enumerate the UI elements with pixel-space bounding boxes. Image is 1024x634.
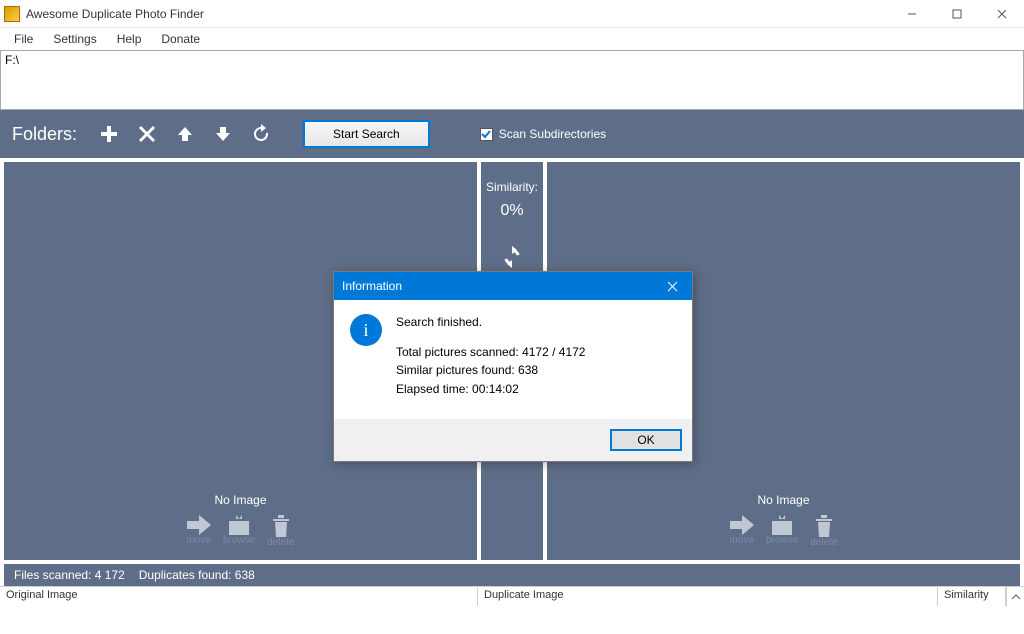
delete-button-left[interactable]: delete bbox=[267, 515, 294, 548]
information-dialog: Information i Search finished. Total pic… bbox=[333, 271, 693, 462]
move-up-button[interactable] bbox=[171, 120, 199, 148]
add-folder-button[interactable] bbox=[95, 120, 123, 148]
column-duplicate[interactable]: Duplicate Image bbox=[478, 587, 938, 606]
folder-path-entry: F:\ bbox=[5, 53, 19, 67]
duplicates-found-status: Duplicates found: 638 bbox=[139, 568, 255, 582]
dialog-titlebar[interactable]: Information bbox=[334, 272, 692, 300]
window-title: Awesome Duplicate Photo Finder bbox=[26, 7, 889, 21]
dialog-line-similar: Similar pictures found: 638 bbox=[396, 362, 585, 378]
info-icon: i bbox=[350, 314, 382, 346]
browse-button-right[interactable]: browse bbox=[766, 515, 798, 548]
scan-subdirectories-checkbox[interactable]: Scan Subdirectories bbox=[480, 127, 606, 141]
no-image-label: No Image bbox=[187, 493, 295, 507]
delete-button-right[interactable]: delete bbox=[810, 515, 837, 548]
result-columns: Original Image Duplicate Image Similarit… bbox=[0, 586, 1024, 606]
dialog-line-elapsed: Elapsed time: 00:14:02 bbox=[396, 381, 585, 397]
app-icon bbox=[4, 6, 20, 22]
dialog-title: Information bbox=[342, 279, 402, 293]
menu-settings[interactable]: Settings bbox=[43, 30, 106, 48]
duplicate-pane-footer: No Image move browse delete bbox=[730, 493, 838, 548]
column-similarity[interactable]: Similarity bbox=[938, 587, 1006, 606]
reset-button[interactable] bbox=[247, 120, 275, 148]
dialog-line-finished: Search finished. bbox=[396, 314, 585, 330]
menu-help[interactable]: Help bbox=[107, 30, 152, 48]
check-icon bbox=[480, 128, 493, 141]
folders-toolbar: Folders: Start Search Scan Subdirectorie… bbox=[0, 110, 1024, 158]
scan-subdirectories-label: Scan Subdirectories bbox=[499, 127, 606, 141]
original-pane-footer: No Image move browse delete bbox=[187, 493, 295, 548]
minimize-button[interactable] bbox=[889, 0, 934, 28]
dialog-close-button[interactable] bbox=[652, 272, 692, 300]
folders-label: Folders: bbox=[12, 124, 77, 145]
similarity-label: Similarity: bbox=[486, 180, 538, 194]
browse-button-left[interactable]: browse bbox=[223, 515, 255, 548]
menu-file[interactable]: File bbox=[4, 30, 43, 48]
menu-donate[interactable]: Donate bbox=[151, 30, 210, 48]
maximize-button[interactable] bbox=[934, 0, 979, 28]
menubar: File Settings Help Donate bbox=[0, 28, 1024, 50]
refresh-icon[interactable] bbox=[501, 246, 523, 271]
no-image-label: No Image bbox=[730, 493, 838, 507]
remove-folder-button[interactable] bbox=[133, 120, 161, 148]
move-down-button[interactable] bbox=[209, 120, 237, 148]
files-scanned-status: Files scanned: 4 172 bbox=[14, 568, 125, 582]
start-search-button[interactable]: Start Search bbox=[303, 120, 430, 148]
column-original[interactable]: Original Image bbox=[0, 587, 478, 606]
similarity-value: 0% bbox=[500, 202, 523, 220]
dialog-message: Search finished. Total pictures scanned:… bbox=[396, 314, 585, 399]
dialog-ok-button[interactable]: OK bbox=[610, 429, 682, 451]
dialog-line-total: Total pictures scanned: 4172 / 4172 bbox=[396, 344, 585, 360]
close-button[interactable] bbox=[979, 0, 1024, 28]
scroll-up-icon[interactable] bbox=[1006, 587, 1024, 606]
titlebar: Awesome Duplicate Photo Finder bbox=[0, 0, 1024, 28]
status-bar: Files scanned: 4 172 Duplicates found: 6… bbox=[4, 564, 1020, 586]
move-button-right[interactable]: move bbox=[730, 515, 754, 548]
move-button-left[interactable]: move bbox=[187, 515, 211, 548]
folder-path-list[interactable]: F:\ bbox=[0, 50, 1024, 110]
